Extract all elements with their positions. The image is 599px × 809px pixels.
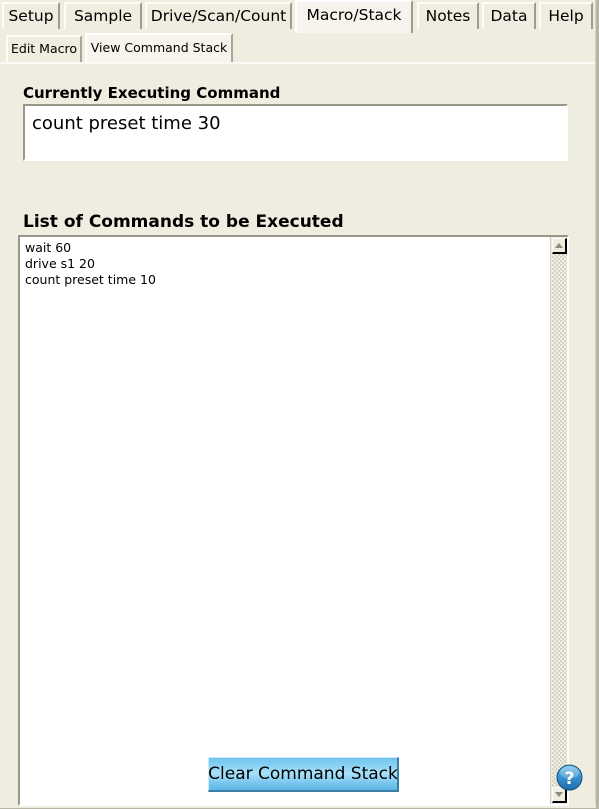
command-list-content: wait 60 drive s1 20 count preset time 10	[25, 240, 545, 288]
clear-command-stack-label: Clear Command Stack	[208, 764, 398, 784]
tab-data-label: Data	[490, 6, 528, 25]
command-list-label: List of Commands to be Executed	[23, 212, 344, 232]
tab-notes[interactable]: Notes	[417, 2, 479, 31]
command-list-scrollbar[interactable]	[550, 237, 567, 804]
command-list-item[interactable]: count preset time 10	[25, 272, 545, 288]
tab-help[interactable]: Help	[539, 2, 593, 31]
subtab-view-command-stack[interactable]: View Command Stack	[85, 33, 233, 62]
tab-sample[interactable]: Sample	[64, 2, 142, 31]
view-command-stack-panel: Currently Executing Command count preset…	[0, 62, 596, 808]
subtab-view-command-stack-label: View Command Stack	[90, 39, 228, 55]
command-list-box[interactable]: wait 60 drive s1 20 count preset time 10	[18, 235, 569, 806]
tab-macro-stack[interactable]: Macro/Stack	[295, 0, 413, 33]
scrollbar-track[interactable]	[552, 254, 567, 787]
svg-text:?: ?	[565, 769, 575, 789]
tab-drive-scan-count-label: Drive/Scan/Count	[150, 6, 287, 25]
application-window: Setup Sample Drive/Scan/Count Macro/Stac…	[0, 0, 599, 809]
currently-executing-command-field[interactable]: count preset time 30	[23, 104, 568, 161]
tab-notes-label: Notes	[425, 6, 471, 25]
subtab-edit-macro-label: Edit Macro	[11, 41, 78, 56]
tab-help-label: Help	[548, 6, 584, 25]
tab-sample-label: Sample	[73, 6, 133, 25]
subtab-edit-macro[interactable]: Edit Macro	[6, 35, 82, 62]
tab-drive-scan-count[interactable]: Drive/Scan/Count	[145, 2, 292, 31]
tab-setup-label: Setup	[8, 6, 54, 25]
tab-data[interactable]: Data	[482, 2, 536, 31]
tab-macro-stack-label: Macro/Stack	[306, 5, 402, 24]
scrollbar-up-button[interactable]	[552, 238, 567, 254]
sub-tab-bar: Edit Macro View Command Stack	[0, 31, 596, 62]
scroll-up-arrow-icon	[555, 243, 563, 248]
currently-executing-command-label: Currently Executing Command	[23, 84, 281, 102]
main-tab-bar: Setup Sample Drive/Scan/Count Macro/Stac…	[0, 0, 596, 33]
scroll-down-arrow-icon	[555, 792, 563, 797]
command-list-item[interactable]: drive s1 20	[25, 256, 545, 272]
command-list-item[interactable]: wait 60	[25, 240, 545, 256]
clear-command-stack-button[interactable]: Clear Command Stack	[208, 757, 399, 792]
help-question-icon[interactable]: ?	[556, 764, 583, 791]
tab-setup[interactable]: Setup	[2, 2, 60, 31]
currently-executing-command-value: count preset time 30	[32, 113, 221, 134]
